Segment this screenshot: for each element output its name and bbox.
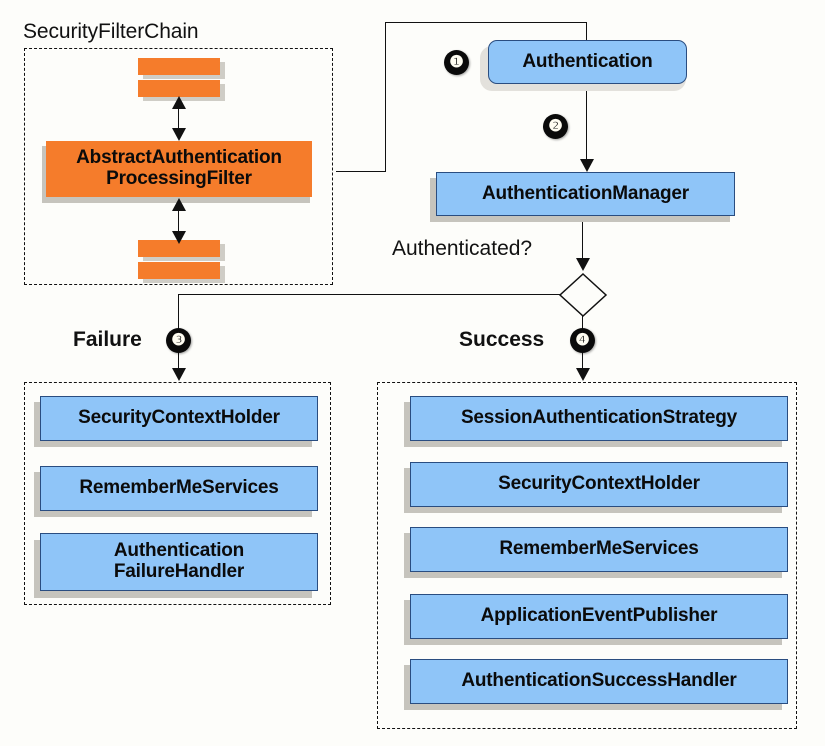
node-failure-remember-me-services[interactable]: RememberMeServices	[40, 466, 318, 511]
node-label: SecurityContextHolder	[498, 473, 700, 495]
node-label: AuthenticationManager	[482, 182, 689, 204]
arrowhead-to-success-group	[576, 368, 590, 381]
node-authentication-manager[interactable]: AuthenticationManager	[436, 172, 735, 216]
connector-riser-left	[385, 22, 387, 172]
connector-filter-to-top	[336, 171, 386, 173]
filter-strip-2	[138, 80, 220, 97]
failure-branch-label: Failure	[73, 328, 142, 351]
arrowhead-to-manager	[580, 159, 594, 172]
arrowhead-to-decision	[576, 258, 590, 271]
filter-strip-4	[138, 262, 220, 279]
node-session-authentication-strategy[interactable]: SessionAuthenticationStrategy	[410, 396, 788, 441]
node-label: Authentication	[522, 50, 653, 72]
authenticated-question-label: Authenticated?	[392, 237, 533, 260]
step-bullet-1: ❶	[444, 50, 469, 75]
node-abstract-authentication-processing-filter[interactable]: AbstractAuthentication ProcessingFilter	[46, 141, 312, 197]
node-label: RememberMeServices	[79, 477, 279, 499]
node-authentication-success-handler[interactable]: AuthenticationSuccessHandler	[410, 659, 788, 704]
success-branch-label: Success	[459, 328, 545, 351]
step-bullet-3: ❸	[166, 328, 191, 353]
arrowhead-filter-lower-top	[172, 198, 186, 211]
decision-diamond	[558, 272, 608, 318]
node-label: AbstractAuthentication ProcessingFilter	[76, 147, 282, 189]
node-label: ApplicationEventPublisher	[480, 605, 718, 627]
connector-decision-to-failure	[178, 294, 562, 296]
node-label: RememberMeServices	[499, 538, 699, 560]
node-authentication-failure-handler[interactable]: Authentication FailureHandler	[40, 533, 318, 591]
node-label: Authentication FailureHandler	[113, 540, 245, 582]
node-success-security-context-holder[interactable]: SecurityContextHolder	[410, 462, 788, 507]
arrowhead-filter-upper-bottom	[172, 128, 186, 141]
diagram-canvas: SecurityFilterChain AbstractAuthenticati…	[0, 0, 825, 746]
node-application-event-publisher[interactable]: ApplicationEventPublisher	[410, 594, 788, 639]
arrowhead-filter-upper-top	[172, 96, 186, 109]
node-label: AuthenticationSuccessHandler	[461, 670, 737, 692]
filter-strip-1	[138, 58, 220, 75]
step-bullet-2: ❷	[543, 114, 568, 139]
node-failure-security-context-holder[interactable]: SecurityContextHolder	[40, 396, 318, 441]
security-filter-chain-title: SecurityFilterChain	[23, 20, 199, 43]
connector-top-horizontal	[385, 22, 587, 24]
node-label: SecurityContextHolder	[78, 407, 280, 429]
node-authentication[interactable]: Authentication	[488, 40, 687, 84]
step-bullet-4: ❹	[570, 328, 595, 353]
connector-auth-to-manager	[586, 84, 588, 162]
arrowhead-filter-lower-bottom	[172, 231, 186, 244]
node-label: SessionAuthenticationStrategy	[460, 407, 738, 429]
arrowhead-to-failure-group	[172, 368, 186, 381]
node-success-remember-me-services[interactable]: RememberMeServices	[410, 527, 788, 572]
